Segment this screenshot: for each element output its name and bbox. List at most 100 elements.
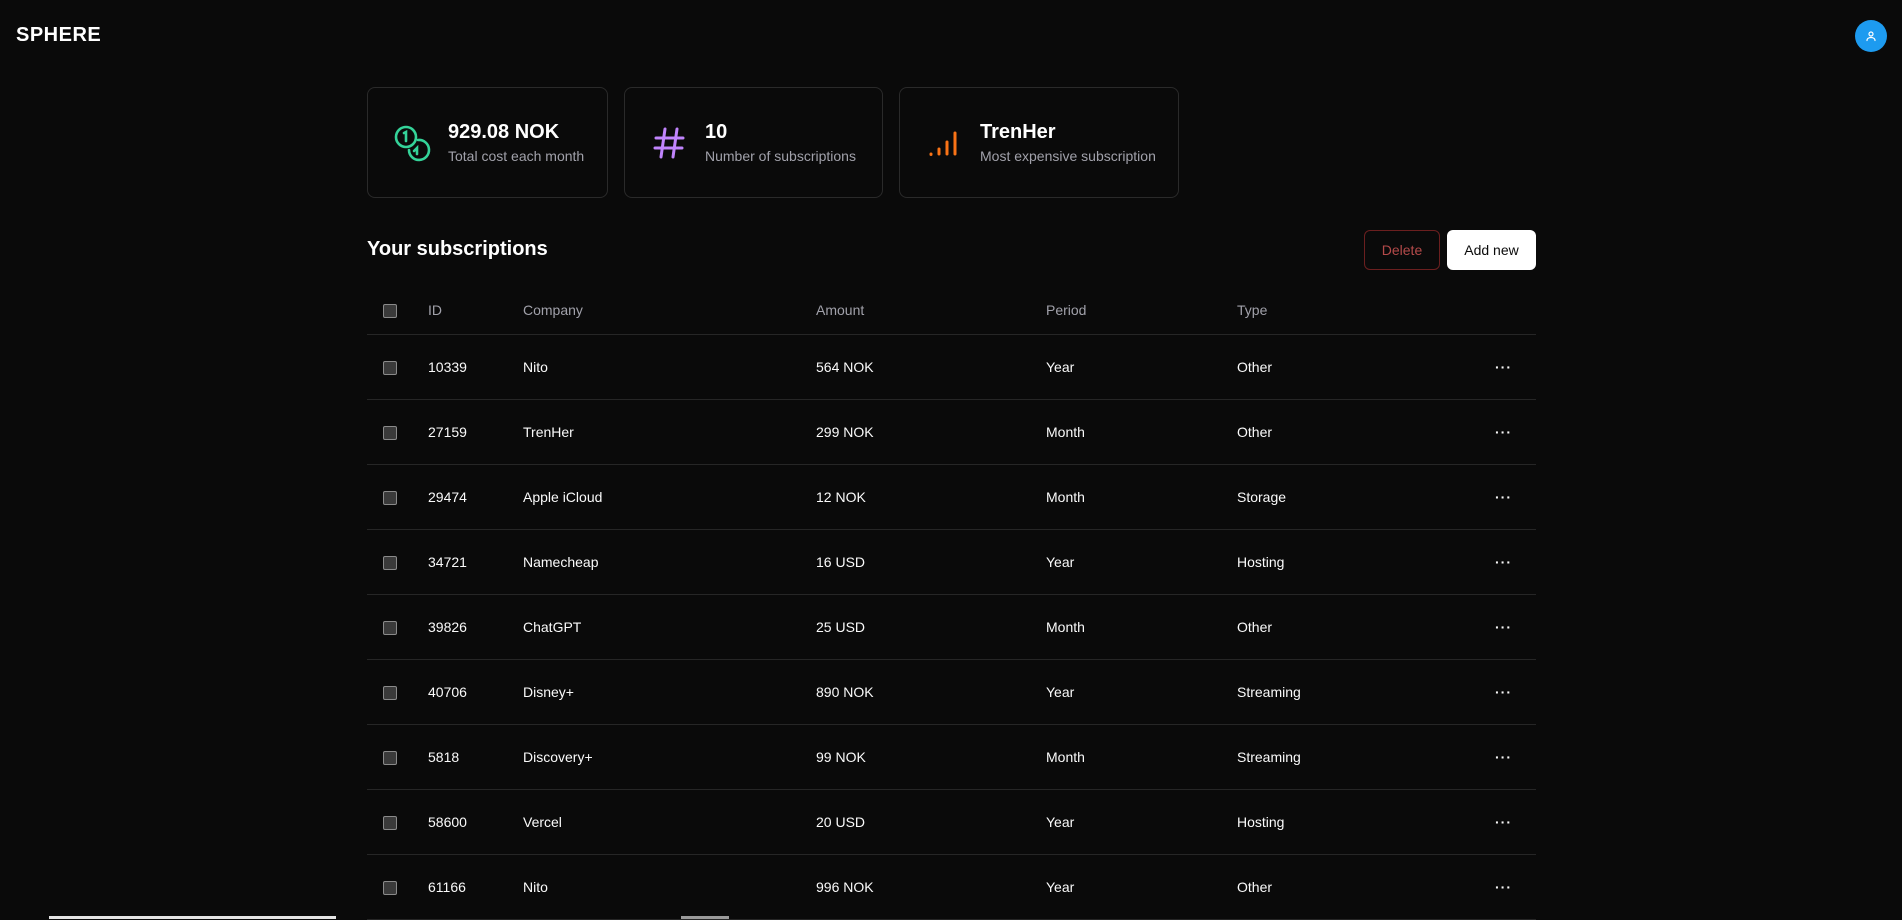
- row-checkbox[interactable]: [383, 426, 397, 441]
- more-options-icon[interactable]: ···: [1495, 684, 1512, 700]
- cell-type: Storage: [1237, 464, 1437, 530]
- app-logo[interactable]: SPHERE: [16, 24, 101, 47]
- cell-company: ChatGPT: [523, 594, 816, 660]
- subscriptions-table: ID Company Amount Period Type 10339 Nito 5…: [367, 286, 1536, 920]
- row-actions-cell: ···: [1437, 529, 1536, 595]
- row-select-cell: [367, 529, 428, 595]
- cell-period: Month: [1046, 464, 1237, 530]
- add-new-button[interactable]: Add new: [1447, 230, 1536, 270]
- cell-amount: 299 NOK: [816, 399, 1046, 465]
- table-row[interactable]: 34721 Namecheap 16 USD Year Hosting ···: [367, 529, 1536, 595]
- row-actions-cell: ···: [1437, 724, 1536, 790]
- stat-value: 929.08 NOK: [448, 120, 560, 143]
- more-options-icon[interactable]: ···: [1495, 554, 1512, 570]
- row-checkbox[interactable]: [383, 751, 397, 766]
- stat-value: TrenHer: [980, 120, 1056, 143]
- row-select-cell: [367, 334, 428, 400]
- stat-card-most-expensive: TrenHer Most expensive subscription: [899, 87, 1179, 198]
- stat-label: Number of subscriptions: [705, 147, 856, 164]
- cell-period: Month: [1046, 724, 1237, 790]
- user-icon: [1866, 31, 1876, 42]
- cell-id: 10339: [428, 334, 523, 400]
- cell-period: Year: [1046, 789, 1237, 855]
- cell-period: Year: [1046, 854, 1237, 920]
- table-row[interactable]: 29474 Apple iCloud 12 NOK Month Storage ···: [367, 464, 1536, 530]
- delete-button[interactable]: Delete: [1364, 230, 1440, 270]
- signal-bars-icon: [924, 123, 964, 163]
- stats-cards: 929.08 NOK Total cost each month 10 Numb…: [367, 87, 1536, 198]
- row-checkbox[interactable]: [383, 621, 397, 636]
- cell-id: 5818: [428, 724, 523, 790]
- cell-type: Other: [1237, 334, 1437, 400]
- cell-company: Apple iCloud: [523, 464, 816, 530]
- cell-company: Disney+: [523, 659, 816, 725]
- cell-company: TrenHer: [523, 399, 816, 465]
- cell-company: Namecheap: [523, 529, 816, 595]
- cell-amount: 564 NOK: [816, 334, 1046, 400]
- row-checkbox[interactable]: [383, 686, 397, 701]
- row-checkbox[interactable]: [383, 816, 397, 831]
- more-options-icon[interactable]: ···: [1495, 814, 1512, 830]
- cell-type: Streaming: [1237, 659, 1437, 725]
- row-actions-cell: ···: [1437, 334, 1536, 400]
- column-header-id[interactable]: ID: [428, 286, 523, 335]
- cell-amount: 12 NOK: [816, 464, 1046, 530]
- table-row[interactable]: 27159 TrenHer 299 NOK Month Other ···: [367, 399, 1536, 465]
- header-select-all-cell: [367, 286, 428, 335]
- column-header-type[interactable]: Type: [1237, 286, 1437, 335]
- row-select-cell: [367, 724, 428, 790]
- cell-id: 61166: [428, 854, 523, 920]
- table-row[interactable]: 58600 Vercel 20 USD Year Hosting ···: [367, 789, 1536, 855]
- cell-amount: 996 NOK: [816, 854, 1046, 920]
- more-options-icon[interactable]: ···: [1495, 619, 1512, 635]
- column-header-company[interactable]: Company: [523, 286, 816, 335]
- select-all-checkbox[interactable]: [383, 304, 397, 319]
- cell-amount: 20 USD: [816, 789, 1046, 855]
- hash-icon: [649, 123, 689, 163]
- coins-icon: [392, 123, 432, 163]
- more-options-icon[interactable]: ···: [1495, 749, 1512, 765]
- row-checkbox[interactable]: [383, 556, 397, 571]
- cell-period: Year: [1046, 334, 1237, 400]
- cell-id: 29474: [428, 464, 523, 530]
- row-select-cell: [367, 594, 428, 660]
- row-select-cell: [367, 399, 428, 465]
- cell-type: Streaming: [1237, 724, 1437, 790]
- cell-period: Year: [1046, 529, 1237, 595]
- table-row[interactable]: 39826 ChatGPT 25 USD Month Other ···: [367, 594, 1536, 660]
- cell-period: Month: [1046, 594, 1237, 660]
- cell-period: Year: [1046, 659, 1237, 725]
- table-row[interactable]: 10339 Nito 564 NOK Year Other ···: [367, 334, 1536, 400]
- cell-company: Discovery+: [523, 724, 816, 790]
- row-actions-cell: ···: [1437, 594, 1536, 660]
- more-options-icon[interactable]: ···: [1495, 879, 1512, 895]
- cell-type: Hosting: [1237, 789, 1437, 855]
- cell-amount: 25 USD: [816, 594, 1046, 660]
- cell-id: 40706: [428, 659, 523, 725]
- table-body: 10339 Nito 564 NOK Year Other ··· 27159 TrenHer…: [367, 334, 1536, 920]
- table-row[interactable]: 40706 Disney+ 890 NOK Year Streaming ···: [367, 659, 1536, 725]
- row-actions-cell: ···: [1437, 659, 1536, 725]
- user-avatar-button[interactable]: [1855, 20, 1887, 52]
- more-options-icon[interactable]: ···: [1495, 359, 1512, 375]
- cell-company: Nito: [523, 334, 816, 400]
- table-row[interactable]: 5818 Discovery+ 99 NOK Month Streaming ···: [367, 724, 1536, 790]
- row-select-cell: [367, 789, 428, 855]
- row-checkbox[interactable]: [383, 361, 397, 376]
- cell-id: 27159: [428, 399, 523, 465]
- cell-amount: 99 NOK: [816, 724, 1046, 790]
- stat-card-count: 10 Number of subscriptions: [624, 87, 883, 198]
- row-checkbox[interactable]: [383, 881, 397, 896]
- cell-company: Nito: [523, 854, 816, 920]
- more-options-icon[interactable]: ···: [1495, 489, 1512, 505]
- section-title: Your subscriptions: [367, 238, 548, 260]
- cell-amount: 890 NOK: [816, 659, 1046, 725]
- column-header-amount[interactable]: Amount: [816, 286, 1046, 335]
- cell-period: Month: [1046, 399, 1237, 465]
- row-checkbox[interactable]: [383, 491, 397, 506]
- column-header-period[interactable]: Period: [1046, 286, 1237, 335]
- cell-id: 39826: [428, 594, 523, 660]
- more-options-icon[interactable]: ···: [1495, 424, 1512, 440]
- table-row[interactable]: 61166 Nito 996 NOK Year Other ···: [367, 854, 1536, 920]
- stat-label: Most expensive subscription: [980, 147, 1156, 164]
